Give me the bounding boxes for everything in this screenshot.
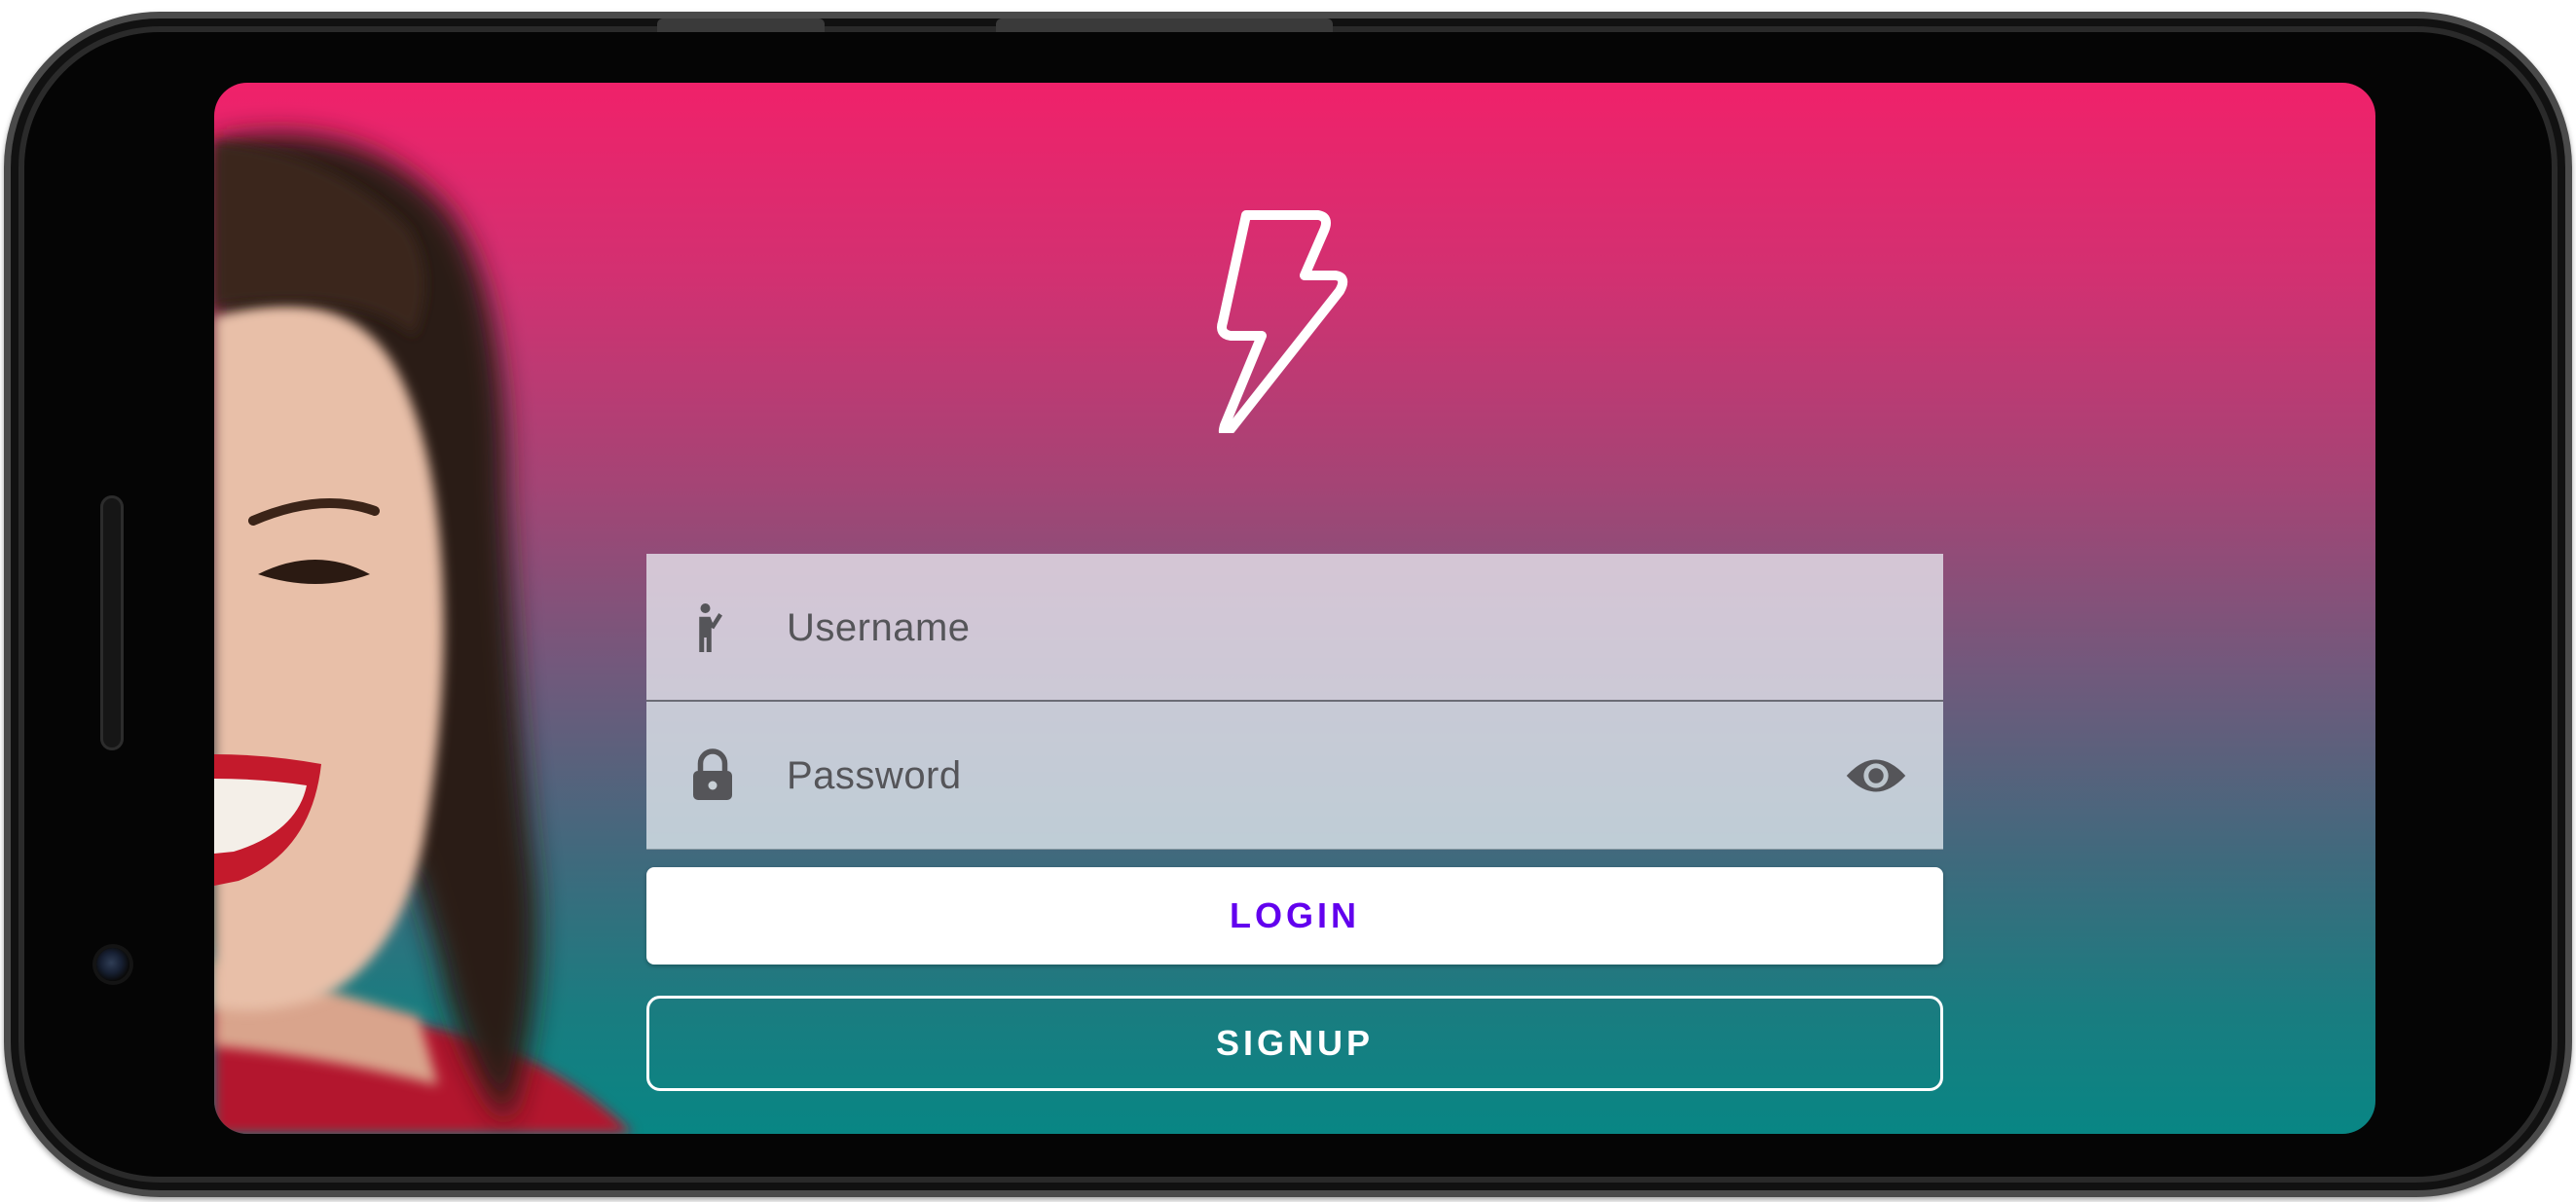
- power-button: [996, 18, 1333, 32]
- signup-button[interactable]: SIGNUP: [646, 996, 1943, 1091]
- username-field[interactable]: Username: [646, 554, 1943, 702]
- front-camera: [96, 948, 129, 981]
- login-button[interactable]: LOGIN: [646, 867, 1943, 965]
- username-placeholder: Username: [787, 606, 971, 649]
- person-waving-icon: [699, 603, 722, 652]
- lightning-bolt-icon: [1217, 210, 1348, 433]
- earpiece-speaker: [100, 495, 124, 750]
- password-placeholder: Password: [787, 754, 962, 797]
- login-screen: Username Password LOGIN SIGNUP: [214, 83, 2375, 1134]
- password-field[interactable]: Password: [646, 702, 1943, 850]
- background-portrait-image: [214, 134, 633, 1134]
- eye-icon[interactable]: [1844, 748, 1908, 803]
- volume-button: [657, 18, 825, 32]
- lock-icon: [693, 748, 732, 800]
